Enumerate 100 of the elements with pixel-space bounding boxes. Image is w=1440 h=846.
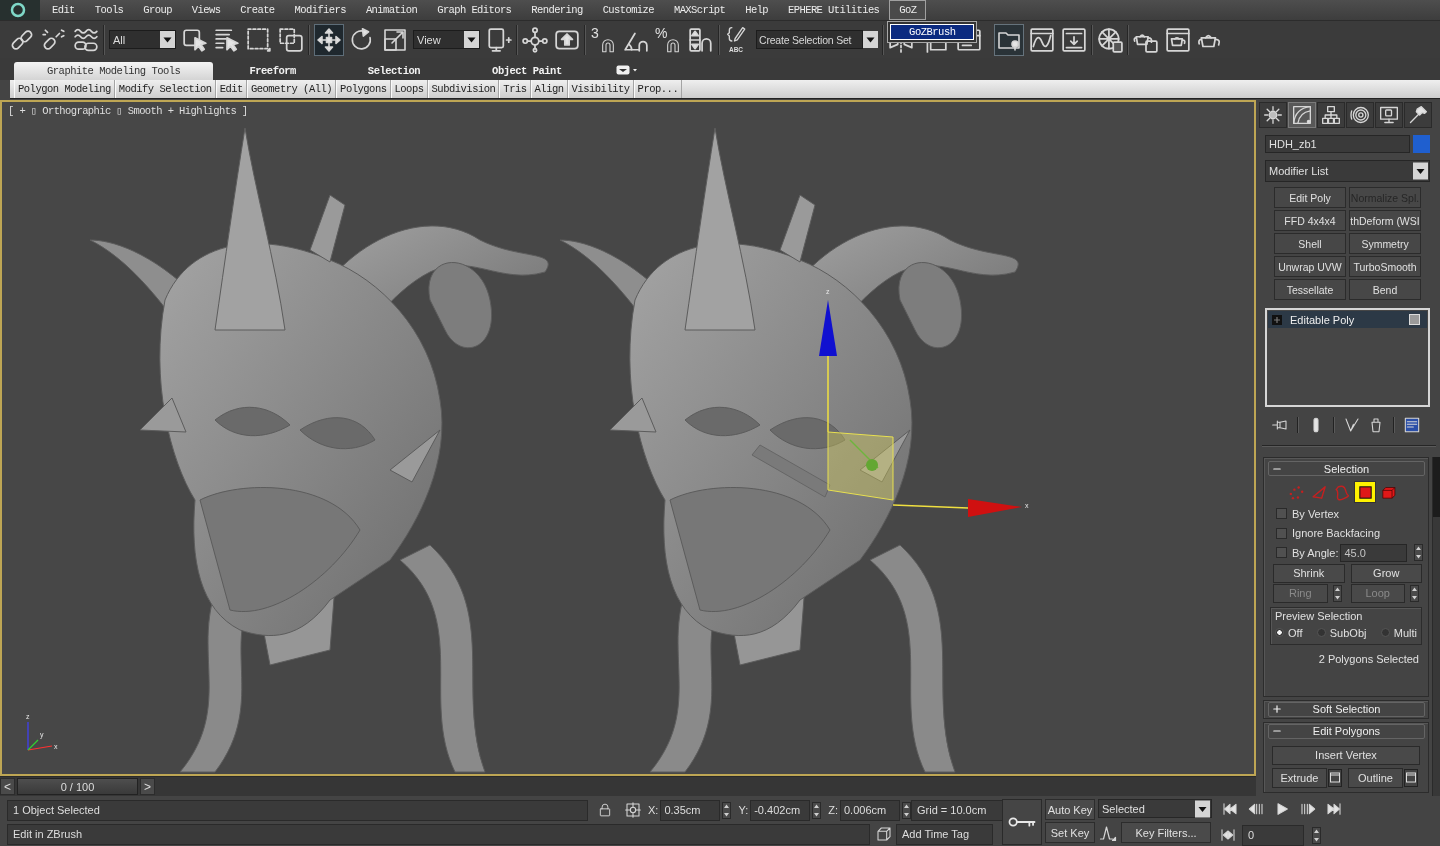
ribbon-panel-tab[interactable]: Geometry (All) [246,80,337,98]
checker-sphere-icon[interactable] [1097,26,1123,53]
cube-outline-icon[interactable] [876,826,892,842]
modifier-button[interactable]: Symmetry [1349,233,1421,254]
broken-chain-icon[interactable] [41,26,67,53]
command-panel-tab[interactable] [1375,102,1403,128]
modifier-list-dropdown[interactable]: Modifier List [1265,160,1430,182]
spinner-arrows-icon[interactable] [1410,584,1419,602]
time-tag-field[interactable]: Add Time Tag [896,823,993,845]
ribbon-tab[interactable]: Graphite Modeling Tools [14,62,214,80]
radio-label[interactable]: Off [1288,626,1303,639]
ribbon-panel-tab[interactable]: Polygon Modeling [14,80,115,98]
rollout-header[interactable]: Soft Selection [1268,701,1425,717]
overlapping-squares-icon[interactable] [278,26,304,53]
menu-item[interactable]: GoZBrush [890,24,975,40]
radio-label[interactable]: SubObj [1329,626,1367,639]
ribbon-panel-tab[interactable]: Edit [215,80,247,98]
checkbox-label[interactable]: Ignore Backfacing [1292,527,1381,540]
scrollbar-track[interactable] [1432,457,1440,796]
menu-item[interactable]: Customize [592,0,664,20]
checkbox-label[interactable]: By Angle: [1292,546,1339,559]
lock-icon[interactable] [598,802,612,818]
dashed-rectangle-icon[interactable] [246,26,272,53]
ribbon-panel-tab[interactable]: Loops [390,80,428,98]
previous-frame-icon[interactable] [1246,801,1266,817]
radio-button[interactable] [1275,628,1284,637]
menu-item[interactable]: Modifiers [284,0,356,20]
skip-to-start-icon[interactable] [1220,801,1240,817]
panel-button[interactable]: Insert Vertex [1272,745,1420,765]
frame-field[interactable]: 0 [1242,824,1304,846]
panel-button[interactable]: Outline [1348,767,1403,788]
percent-snap-button[interactable]: % [655,25,683,54]
ribbon-panel-tab[interactable]: Polygons [336,80,391,98]
settings-window-icon[interactable] [1328,768,1342,787]
ribbon-tab[interactable]: Selection [331,62,457,80]
coordinate-system-dropdown[interactable]: View [413,30,480,49]
panel-button[interactable]: Shrink [1273,563,1345,583]
command-panel-tab[interactable] [1404,102,1432,128]
ribbon-panel-tab[interactable]: Align [530,80,568,98]
crosshair-box-icon[interactable] [625,802,641,818]
coordinate-field[interactable]: 0.35cm [660,799,721,821]
app-logo-icon[interactable] [0,0,40,20]
folder-button[interactable] [994,23,1024,56]
menu-item[interactable]: Views [181,0,231,20]
angle-field[interactable]: 45.0 [1340,543,1408,562]
ribbon-tab[interactable]: Object Paint [456,62,598,80]
rollout-header[interactable]: Selection [1268,461,1425,476]
command-panel-tab[interactable] [1346,102,1374,128]
menu-item[interactable]: MAXScript [663,0,736,20]
modifier-button[interactable]: TurboSmooth [1349,256,1421,277]
pivot-box-icon[interactable] [486,26,512,53]
step-curve-icon[interactable] [1098,823,1118,842]
modifier-button[interactable]: Bend [1349,279,1421,300]
manipulator-nodes-icon[interactable] [522,26,548,53]
menu-item[interactable]: Graph Editors [427,0,522,20]
time-slider-track[interactable]: < 0 / 100 > [0,776,1256,796]
modifier-button[interactable]: Tessellate [1274,279,1346,300]
ribbon-panel-tab[interactable]: Visibility [567,80,634,98]
scrollbar-thumb[interactable] [1433,457,1440,517]
settings-window-icon[interactable] [1404,768,1418,787]
object-name-field[interactable]: HDH_zb1 [1265,135,1410,153]
wave-link-icon[interactable] [73,26,99,53]
key-target-dropdown[interactable]: Selected [1098,799,1212,818]
radio-button[interactable] [1380,628,1390,637]
radio-button[interactable] [1316,628,1326,637]
spinner-magnet-icon[interactable] [688,26,714,53]
expand-toggle-icon[interactable] [1272,314,1282,325]
checkbox[interactable] [1276,527,1287,539]
menu-item[interactable]: Group [133,0,182,20]
color-swatch-icon[interactable] [1413,135,1430,153]
menu-item[interactable]: Tools [84,0,134,20]
spinner-arrows-icon[interactable] [812,801,822,819]
skip-to-end-icon[interactable] [1324,801,1344,817]
key-mode-icon[interactable] [1220,827,1236,843]
modifier-button[interactable]: FFD 4x4x4 [1274,210,1346,231]
modifier-button[interactable]: Unwrap UVW [1274,256,1346,277]
spinner-arrows-icon[interactable] [902,801,911,819]
z-axis-arrow[interactable] [819,300,837,433]
stack-item[interactable]: Editable Poly [1268,311,1427,328]
command-panel-tab[interactable] [1259,102,1287,128]
toggle-square-icon[interactable] [1409,314,1420,325]
next-frame-button[interactable]: > [140,778,155,795]
key-button[interactable] [1002,799,1042,845]
window-icon[interactable] [956,26,982,53]
command-panel-tab[interactable] [1288,102,1316,128]
menu-item[interactable]: GoZ [889,0,927,20]
viewport-label[interactable]: [ + ▯ Orthographic ▯ Smooth + Highlights ] [8,105,248,118]
list-window-icon[interactable] [1404,417,1420,433]
teapot-frame-icon[interactable] [1165,26,1191,53]
curve-graph-icon[interactable] [1029,26,1055,53]
snap-toggle-button[interactable]: 3 [590,25,618,54]
pin-icon[interactable] [1272,417,1288,433]
spinner-arrows-icon[interactable] [722,801,732,819]
coordinate-field[interactable]: 0.006cm [840,799,900,821]
checkbox-label[interactable]: By Vertex [1292,507,1340,520]
command-panel-tab[interactable] [1317,102,1345,128]
ribbon-tab[interactable]: Freeform [213,62,332,80]
modifier-button[interactable]: Shell [1274,233,1346,254]
fork-icon[interactable] [1344,417,1360,433]
ribbon-panel-tab[interactable]: Prop... [633,80,683,98]
